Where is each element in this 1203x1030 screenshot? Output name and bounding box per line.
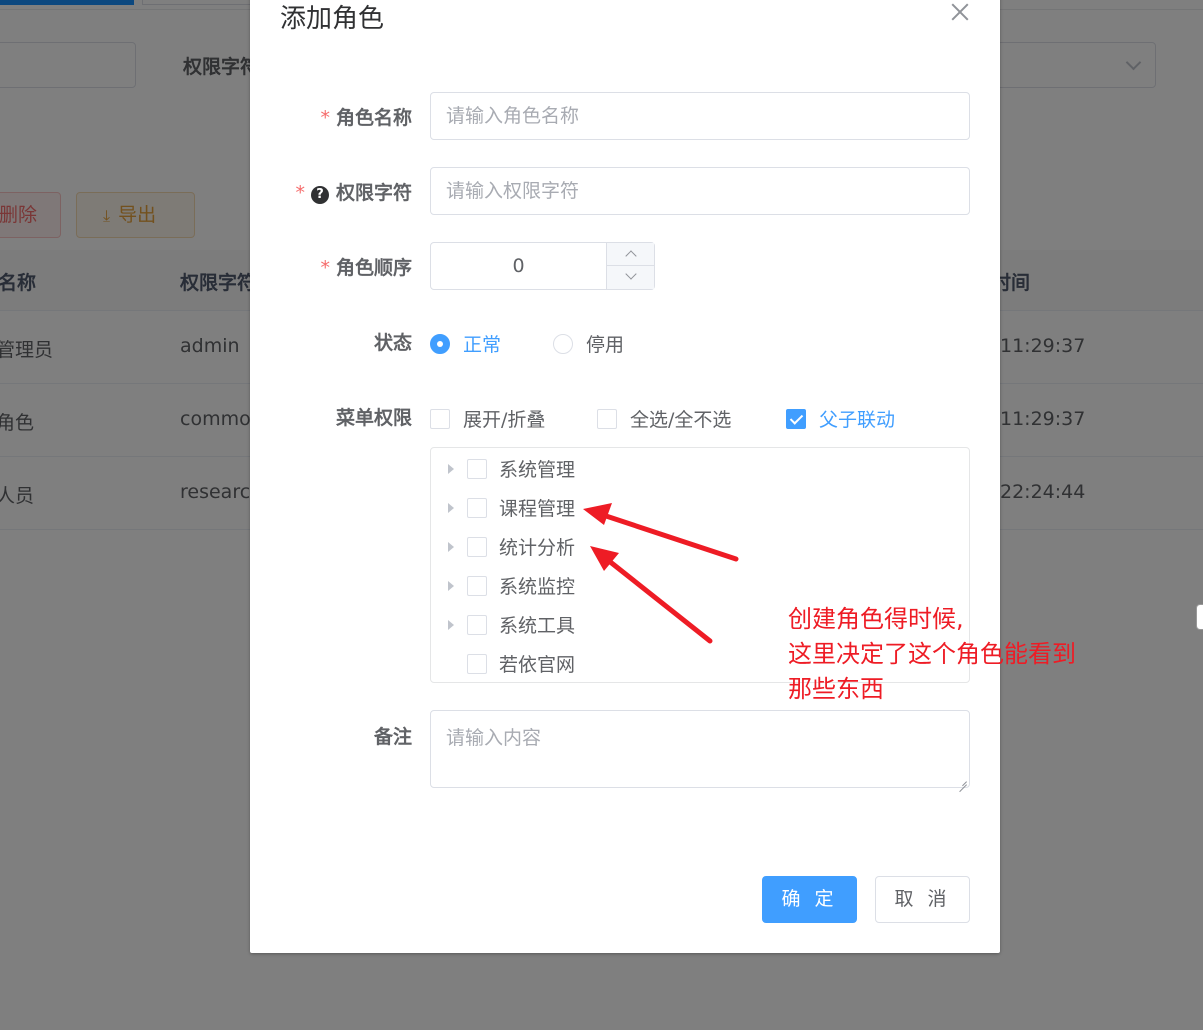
caret-placeholder <box>448 659 454 669</box>
confirm-button[interactable]: 确 定 <box>762 876 857 923</box>
tree-node-label: 系统工具 <box>499 615 576 637</box>
select-all-label: 全选/全不选 <box>630 409 732 431</box>
parent-child-linkage-checkbox[interactable]: 父子联动 <box>786 405 895 432</box>
chevron-up-icon[interactable] <box>607 243 655 266</box>
status-radio-disabled-label: 停用 <box>586 334 625 356</box>
checkbox-icon[interactable] <box>467 497 487 518</box>
caret-right-icon[interactable] <box>448 541 454 552</box>
remark-placeholder: 请输入内容 <box>446 727 542 749</box>
required-mark: * <box>295 182 305 204</box>
tree-node-label: 系统监控 <box>499 576 576 598</box>
role-name-input[interactable] <box>430 92 970 140</box>
checkbox-icon[interactable] <box>467 653 487 674</box>
role-sort-stepper[interactable]: 0 <box>430 242 655 290</box>
status-radio-disabled[interactable]: 停用 <box>553 330 624 357</box>
scrollbar-thumb[interactable] <box>1196 604 1203 630</box>
caret-right-icon[interactable] <box>448 463 454 474</box>
stepper-controls <box>606 243 655 289</box>
select-all-checkbox[interactable]: 全选/全不选 <box>597 405 731 432</box>
parent-child-linkage-label: 父子联动 <box>819 409 896 431</box>
annotation-note: 创建角色得时候, 这里决定了这个角色能看到 那些东西 <box>788 602 1076 707</box>
caret-right-icon[interactable] <box>448 619 454 630</box>
cancel-button[interactable]: 取 消 <box>875 876 970 923</box>
tree-node-label: 课程管理 <box>499 498 576 520</box>
menu-permission-label: 菜单权限 <box>335 407 412 429</box>
tree-node-system-monitor[interactable]: 系统监控 <box>431 566 969 605</box>
tree-node-label: 若依官网 <box>499 654 576 676</box>
tree-node-label: 系统管理 <box>499 459 576 481</box>
role-name-label-text: 角色名称 <box>335 107 412 129</box>
checkbox-icon[interactable] <box>467 575 487 596</box>
tree-node-statistics[interactable]: 统计分析 <box>431 527 969 566</box>
role-sort-label: * 角色顺序 <box>320 253 412 280</box>
tree-node-course-management[interactable]: 课程管理 <box>431 488 969 527</box>
remark-textarea[interactable]: 请输入内容 <box>430 710 970 788</box>
status-radio-normal-label: 正常 <box>463 334 502 356</box>
role-name-label: * 角色名称 <box>320 103 412 130</box>
chevron-down-icon[interactable] <box>607 266 655 289</box>
question-circle-icon[interactable]: ? <box>310 186 329 204</box>
status-label: 状态 <box>373 332 412 354</box>
expand-collapse-checkbox[interactable]: 展开/折叠 <box>430 405 545 432</box>
close-icon[interactable] <box>948 0 972 24</box>
dialog-title: 添加角色 <box>280 4 385 34</box>
required-mark: * <box>320 257 330 279</box>
role-key-label: *? 权限字符 <box>295 178 412 205</box>
checkbox-icon[interactable] <box>467 536 487 557</box>
caret-right-icon[interactable] <box>448 580 454 591</box>
role-sort-label-text: 角色顺序 <box>335 257 412 279</box>
add-role-dialog: 添加角色 *角色名称 *?权限字符 *角色顺序 0 状态 正常 停用 菜单权限 … <box>250 0 1000 953</box>
remark-label: 备注 <box>373 726 412 748</box>
caret-right-icon[interactable] <box>448 502 454 513</box>
annotation-line: 这里决定了这个角色能看到 <box>788 640 1076 668</box>
required-mark: * <box>320 107 330 129</box>
role-key-label-text: 权限字符 <box>335 182 412 204</box>
expand-collapse-label: 展开/折叠 <box>463 409 546 431</box>
resize-handle-icon[interactable] <box>957 775 967 785</box>
tree-node-label: 统计分析 <box>499 537 576 559</box>
status-radio-normal[interactable]: 正常 <box>430 330 501 357</box>
tree-node-system-management[interactable]: 系统管理 <box>431 449 969 488</box>
annotation-line: 那些东西 <box>788 675 884 703</box>
radio-unchecked-icon <box>553 333 573 354</box>
checkbox-icon[interactable] <box>467 614 487 635</box>
checkbox-icon[interactable] <box>467 458 487 479</box>
checkbox-icon <box>597 408 617 429</box>
role-key-input[interactable] <box>430 167 970 215</box>
role-sort-value[interactable]: 0 <box>431 243 606 289</box>
checkbox-icon <box>430 408 450 429</box>
checkbox-checked-icon <box>786 408 806 429</box>
radio-checked-icon <box>430 333 450 354</box>
annotation-line: 创建角色得时候, <box>788 605 964 633</box>
